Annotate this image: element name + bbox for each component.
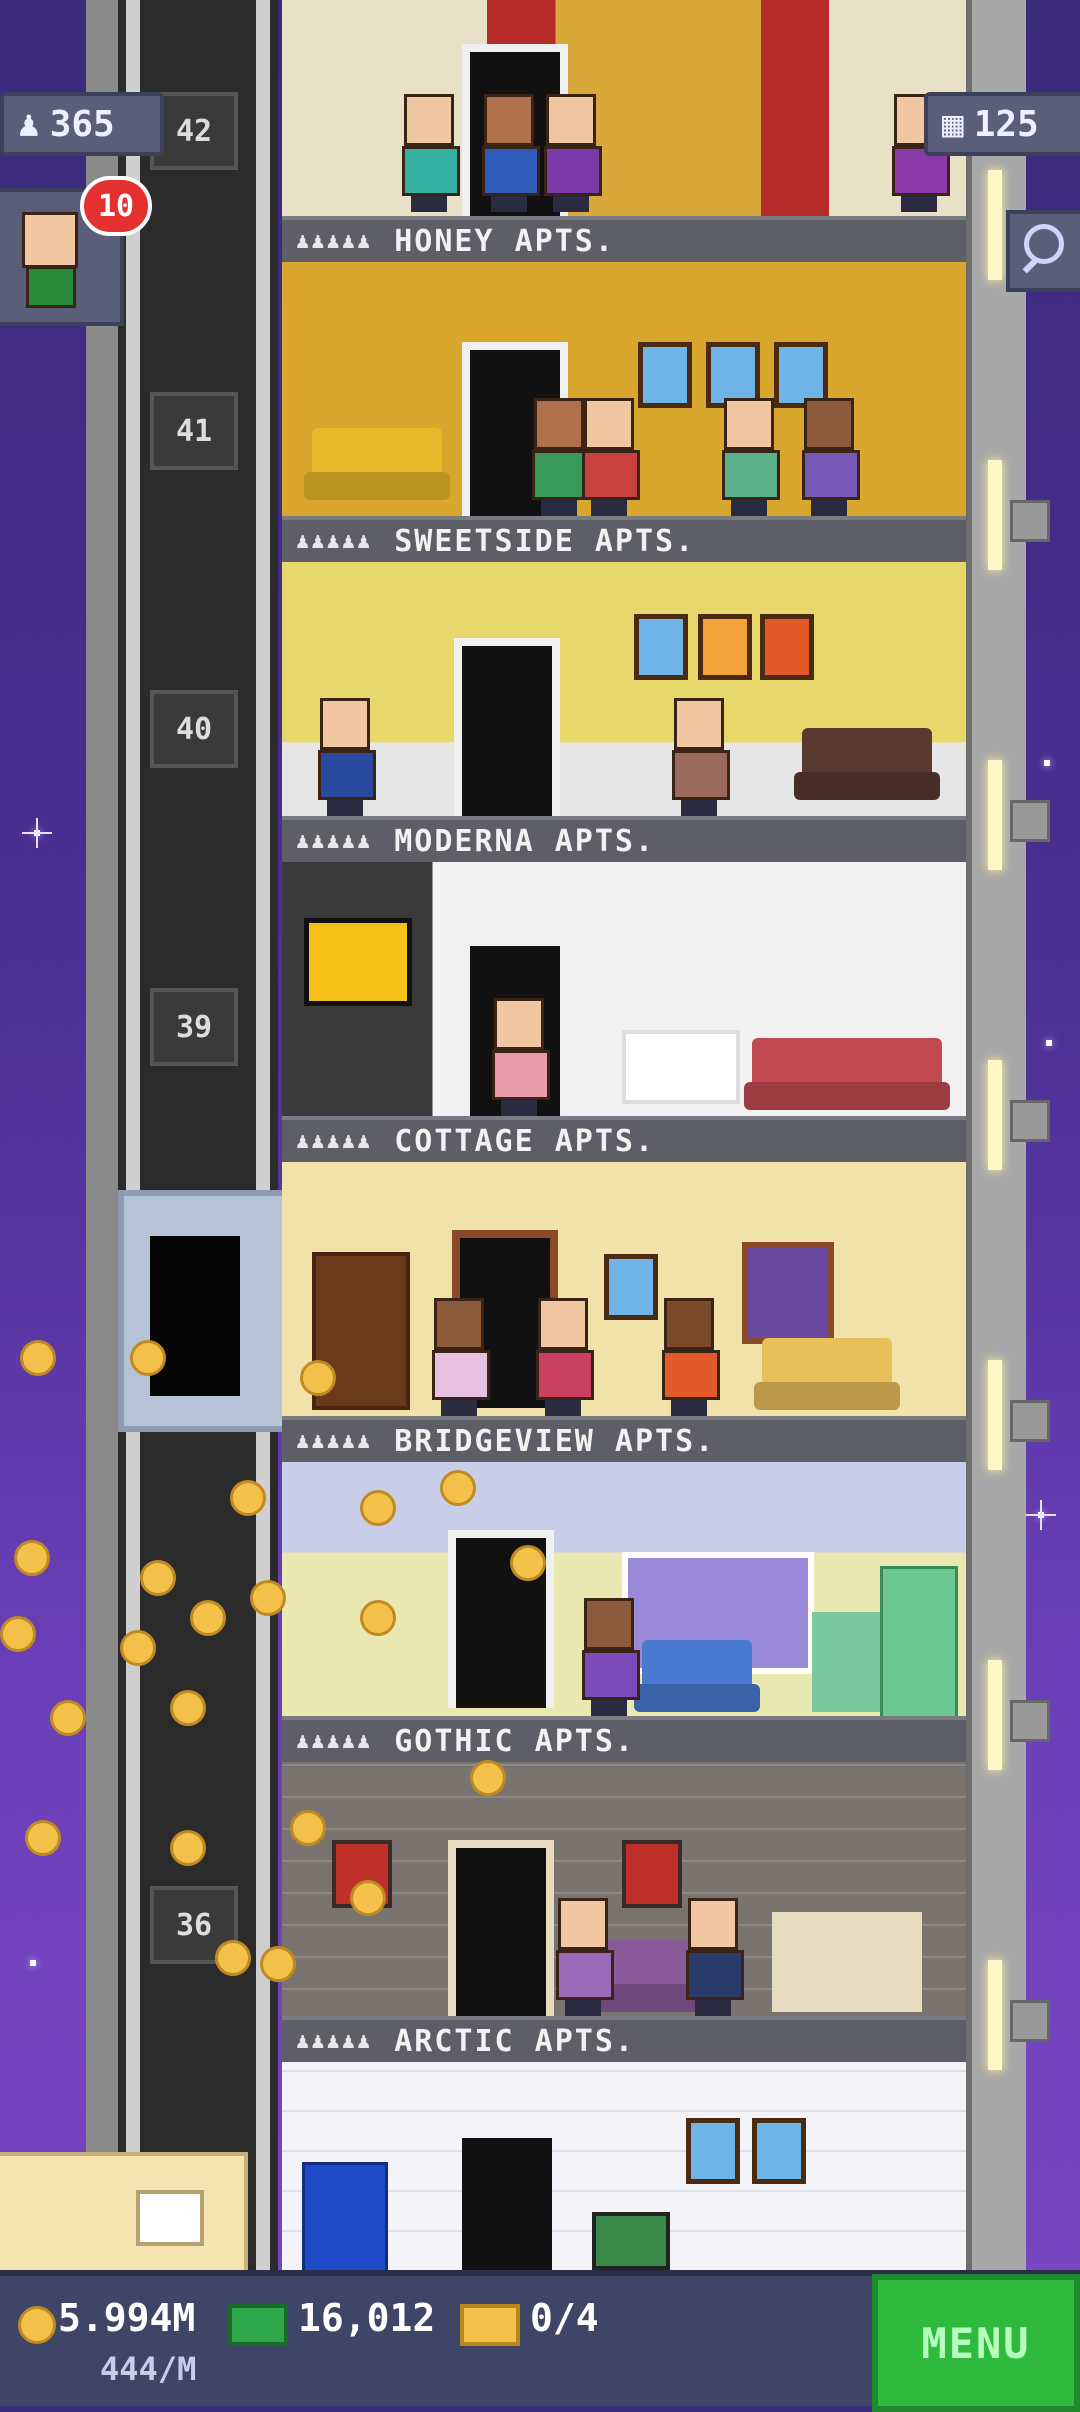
person-icon: ♟♟♟♟♟ [296, 528, 373, 554]
ticket-icon [460, 2304, 520, 2346]
coin-particle[interactable] [140, 1560, 176, 1596]
menu-button[interactable]: MENU [872, 2274, 1080, 2412]
coin-particle[interactable] [230, 1480, 266, 1516]
ledge [1010, 1400, 1050, 1442]
window-light [988, 1060, 1002, 1170]
floor-name-bar[interactable]: ♟♟♟♟♟ GOTHIC APTS. [282, 1716, 966, 1766]
star [1046, 1040, 1052, 1046]
floor-name: MODERNA APTS. [394, 823, 656, 859]
coin-particle[interactable] [300, 1360, 336, 1396]
crate-icon [136, 2190, 204, 2246]
coin-particle[interactable] [440, 1470, 476, 1506]
floor-name: SWEETSIDE APTS. [394, 523, 696, 559]
person-icon: ♟♟♟♟♟ [296, 1428, 373, 1454]
floor-name-bar[interactable]: ♟♟♟♟♟ HONEY APTS. [282, 216, 966, 266]
bux-value: 16,012 [298, 2296, 436, 2340]
elevator-floor-number: 40 [150, 690, 238, 768]
coin-particle[interactable] [470, 1760, 506, 1796]
ledge [1010, 1700, 1050, 1742]
floor-room[interactable] [282, 0, 966, 222]
ledge [1010, 500, 1050, 542]
floor-name: BRIDGEVIEW APTS. [394, 1423, 716, 1459]
floor-room[interactable] [282, 2062, 966, 2270]
floor-name: ARCTIC APTS. [394, 2023, 635, 2059]
crate-button[interactable] [0, 2152, 248, 2276]
window-light [988, 170, 1002, 280]
elevator-car[interactable] [118, 1190, 290, 1432]
coin-particle[interactable] [510, 1545, 546, 1581]
ledge [1010, 800, 1050, 842]
window-light [988, 1960, 1002, 2070]
coins-value: 5.994M [58, 2296, 196, 2340]
floor-name-bar[interactable]: ♟♟♟♟♟ SWEETSIDE APTS. [282, 516, 966, 566]
floor-name: COTTAGE APTS. [394, 1123, 656, 1159]
search-icon [1024, 224, 1064, 264]
income-rate: 444/M [100, 2350, 197, 2388]
floor-room[interactable] [282, 262, 966, 526]
notification-badge: 10 [80, 176, 152, 236]
coin-particle[interactable] [170, 1690, 206, 1726]
coin-particle[interactable] [25, 1820, 61, 1856]
coin-particle[interactable] [0, 1616, 36, 1652]
ledge [1010, 1100, 1050, 1142]
avatar-body [26, 266, 76, 308]
star [22, 818, 52, 848]
coin-particle[interactable] [130, 1340, 166, 1376]
coin-particle[interactable] [360, 1600, 396, 1636]
population-counter[interactable]: ♟ 365 [0, 92, 164, 156]
coin-particle[interactable] [120, 1630, 156, 1666]
star [30, 1960, 36, 1966]
window-light [988, 760, 1002, 870]
person-icon: ♟♟♟♟♟ [296, 828, 373, 854]
coin-particle[interactable] [360, 1490, 396, 1526]
floor-name-bar[interactable]: ♟♟♟♟♟ MODERNA APTS. [282, 816, 966, 866]
tickets-value: 0/4 [530, 2296, 599, 2340]
floors-counter[interactable]: ▦ 125 [924, 92, 1080, 156]
coin-particle[interactable] [290, 1810, 326, 1846]
person-icon: ♟♟♟♟♟ [296, 1128, 373, 1154]
window-light [988, 460, 1002, 570]
coin-particle[interactable] [14, 1540, 50, 1576]
population-value: 365 [49, 103, 115, 145]
ledge [1010, 2000, 1050, 2042]
window-light [988, 1660, 1002, 1770]
floor-room[interactable] [282, 862, 966, 1126]
elevator-floor-number: 41 [150, 392, 238, 470]
star [1044, 760, 1050, 766]
floor-name-bar[interactable]: ♟♟♟♟♟ BRIDGEVIEW APTS. [282, 1416, 966, 1466]
floors-value: 125 [973, 103, 1039, 145]
search-button[interactable] [1006, 210, 1080, 292]
person-icon: ♟♟♟♟♟ [296, 2028, 373, 2054]
coin-particle[interactable] [215, 1940, 251, 1976]
floor-name-bar[interactable]: ♟♟♟♟♟ COTTAGE APTS. [282, 1116, 966, 1166]
floor-room[interactable] [282, 562, 966, 826]
coin-particle[interactable] [170, 1830, 206, 1866]
coin-icon [18, 2306, 56, 2344]
star [1026, 1500, 1056, 1530]
floor-name: GOTHIC APTS. [394, 1723, 635, 1759]
coin-particle[interactable] [20, 1340, 56, 1376]
floor-name: HONEY APTS. [394, 223, 615, 259]
bux-icon [228, 2304, 288, 2346]
floor-room[interactable] [282, 1162, 966, 1426]
person-icon: ♟ [18, 103, 40, 145]
person-icon: ♟♟♟♟♟ [296, 1728, 373, 1754]
building-icon: ▦ [942, 103, 964, 145]
coin-particle[interactable] [50, 1700, 86, 1736]
floor-name-bar[interactable]: ♟♟♟♟♟ ARCTIC APTS. [282, 2016, 966, 2066]
coin-particle[interactable] [250, 1580, 286, 1616]
window-light [988, 1360, 1002, 1470]
elevator-floor-number: 39 [150, 988, 238, 1066]
avatar [22, 212, 78, 268]
coin-particle[interactable] [190, 1600, 226, 1636]
coin-particle[interactable] [260, 1946, 296, 1982]
coin-particle[interactable] [350, 1880, 386, 1916]
person-icon: ♟♟♟♟♟ [296, 228, 373, 254]
